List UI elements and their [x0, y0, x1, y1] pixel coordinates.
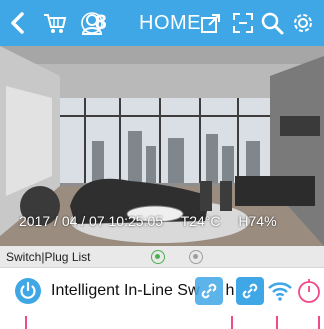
share-icon[interactable] [198, 0, 224, 46]
device-row[interactable]: Intelligent In-Line Swh 1 [0, 268, 324, 316]
camera-datetime: 2017 / 04 / 07 10:25:05 [19, 213, 164, 229]
row-marker [231, 316, 233, 329]
camera-temperature: T24°C [180, 213, 221, 229]
search-icon[interactable] [258, 0, 286, 46]
link-icon[interactable] [236, 277, 264, 305]
page-indicator-inactive[interactable] [189, 250, 203, 264]
page-indicator-active[interactable] [151, 250, 165, 264]
user-count: 8 [95, 11, 107, 34]
switch-list-bar: Switch|Plug List [0, 246, 324, 268]
cart-icon[interactable] [40, 0, 70, 46]
chevron-left-icon[interactable] [4, 0, 30, 46]
camera-overlay: 2017 / 04 / 07 10:25:05 T24°C H74% [19, 213, 291, 229]
timer-icon[interactable] [295, 277, 323, 305]
row-marker [25, 316, 27, 329]
switch-list-label: Switch|Plug List [6, 250, 91, 264]
page-title: HOME [139, 12, 201, 34]
row-marker [276, 316, 278, 329]
top-bar: 8 HOME [0, 0, 324, 46]
camera-humidity: H74% [238, 213, 277, 229]
camera-view[interactable]: 2017 / 04 / 07 10:25:05 T24°C H74% [0, 46, 324, 246]
row-marker [318, 316, 320, 329]
gear-icon[interactable] [289, 0, 317, 46]
power-icon[interactable] [14, 277, 42, 305]
link-icon[interactable] [195, 277, 223, 305]
fullscreen-icon[interactable] [230, 0, 256, 46]
wifi-icon[interactable] [266, 277, 294, 305]
